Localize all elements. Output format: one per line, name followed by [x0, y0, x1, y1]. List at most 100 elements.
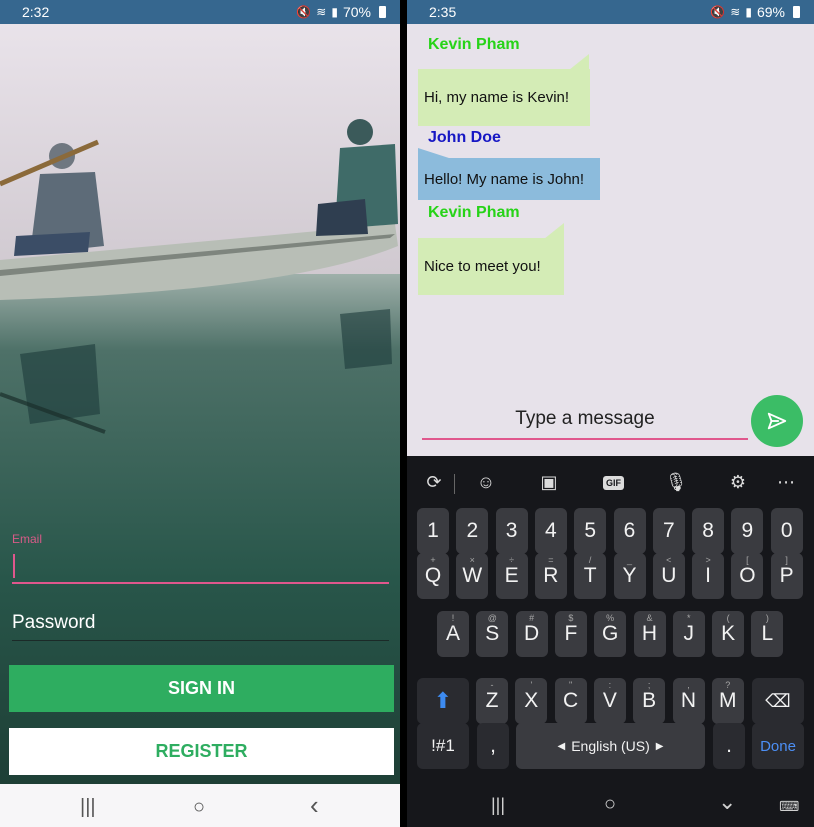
key-label: A	[445, 622, 460, 645]
backspace-key[interactable]: ⌫	[752, 678, 804, 724]
key-p[interactable]: ] P	[770, 553, 803, 599]
key-l[interactable]: ) L	[751, 611, 784, 657]
gif-icon[interactable]: GIF	[603, 476, 624, 490]
key-w[interactable]: × W	[456, 553, 489, 599]
key-hint: %	[606, 613, 615, 623]
key-a[interactable]: ! A	[437, 611, 469, 657]
hide-keyboard-icon[interactable]: ⌄	[718, 789, 736, 815]
key-i[interactable]: > I	[692, 553, 725, 599]
space-key[interactable]: ◀ English (US) ▶	[516, 723, 705, 769]
key-hint: >	[705, 555, 711, 565]
key-s[interactable]: @ S	[476, 611, 509, 657]
battery-icon	[793, 6, 800, 18]
settings-icon[interactable]: ⚙	[723, 472, 753, 493]
key-o[interactable]: [O	[731, 553, 764, 599]
key-9[interactable]: 9	[731, 508, 764, 554]
key-hint: ,	[687, 680, 690, 690]
more-icon[interactable]: ⋯	[771, 472, 801, 493]
signal-icon: ▮	[745, 5, 752, 19]
status-time: 2:35	[429, 4, 457, 20]
password-field[interactable]: Password	[12, 612, 389, 641]
key-r[interactable]: = R	[534, 553, 567, 599]
key-h[interactable]: & H	[633, 611, 666, 657]
emoji-icon[interactable]: ☺	[471, 472, 501, 493]
key-hint: $	[568, 613, 574, 623]
status-icons: 🔇 ≋ ▮ 70%	[296, 4, 386, 20]
key-4[interactable]: 4	[534, 508, 567, 554]
key-c[interactable]: " C	[554, 678, 587, 724]
comma-key[interactable]: ,	[477, 723, 509, 769]
key-f[interactable]: $ F	[554, 611, 587, 657]
key-6[interactable]: 6	[613, 508, 646, 554]
key-e[interactable]: ÷ E	[495, 553, 528, 599]
email-field[interactable]	[12, 551, 389, 584]
message-bubble: Hello! My name is John!	[418, 158, 600, 200]
key-label: Q	[424, 564, 442, 587]
done-key[interactable]: Done	[752, 723, 804, 769]
message-bubble: Nice to meet you!	[418, 238, 564, 295]
sign-in-button[interactable]: SIGN IN	[9, 665, 394, 712]
key-x[interactable]: ' X	[515, 678, 548, 724]
key-m[interactable]: ? M	[711, 678, 744, 724]
key-label: F	[564, 622, 578, 645]
key-g[interactable]: % G	[594, 611, 627, 657]
key-hint: ]	[785, 555, 788, 565]
key-label: R	[543, 564, 559, 587]
key-d[interactable]: # D	[515, 611, 548, 657]
key-label: U	[661, 564, 677, 587]
toolbar-divider	[454, 474, 455, 494]
key-y[interactable]: _ Y	[613, 553, 646, 599]
right-arrow-icon: ▶	[655, 740, 664, 752]
recents-icon[interactable]: |||	[491, 795, 505, 816]
space-label: English (US)	[571, 738, 650, 754]
key-5[interactable]: 5	[574, 508, 607, 554]
key-hint: =	[548, 555, 554, 565]
key-hint: -	[490, 680, 494, 690]
recents-icon[interactable]: |||	[80, 796, 96, 819]
wifi-icon: ≋	[316, 5, 327, 19]
navigation-bar: ||| ○ ‹	[0, 784, 400, 827]
bubble-tail	[544, 223, 564, 239]
key-hint: "	[568, 680, 573, 690]
key-1[interactable]: 1	[417, 508, 449, 554]
key-b[interactable]: ; B	[633, 678, 666, 724]
key-v[interactable]: :V	[593, 678, 626, 724]
period-key[interactable]: .	[713, 723, 745, 769]
key-j[interactable]: * J	[672, 611, 705, 657]
key-label: L	[761, 622, 774, 645]
status-time: 2:32	[22, 4, 50, 20]
symbols-key[interactable]: !#1	[417, 723, 469, 769]
key-label: P	[779, 564, 794, 587]
sticker-icon[interactable]: ▣	[534, 472, 564, 493]
mute-icon: 🔇	[296, 5, 312, 19]
key-hint: ?	[725, 680, 731, 690]
key-z[interactable]: -Z	[476, 678, 508, 724]
key-0[interactable]: 0	[770, 508, 803, 554]
message-input[interactable]: Type a message	[422, 402, 748, 440]
status-bar: 2:35 🔇 ≋ ▮ 69%	[407, 0, 814, 24]
key-hint: )	[765, 613, 769, 623]
send-button[interactable]	[751, 395, 803, 447]
back-icon[interactable]: ‹	[310, 790, 319, 821]
key-q[interactable]: + Q	[417, 553, 449, 599]
key-7[interactable]: 7	[652, 508, 685, 554]
home-icon[interactable]: ○	[193, 796, 205, 819]
translate-icon[interactable]: ⟳	[419, 472, 449, 493]
key-hint: ×	[469, 555, 475, 565]
key-n[interactable]: ,N	[672, 678, 705, 724]
key-hint: !	[451, 613, 455, 623]
home-icon[interactable]: ○	[604, 793, 616, 816]
microphone-icon[interactable]: 🎙	[661, 472, 691, 493]
key-2[interactable]: 2	[456, 508, 489, 554]
key-hint: *	[687, 613, 691, 623]
key-u[interactable]: < U	[652, 553, 685, 599]
shift-key[interactable]: ⬆	[417, 678, 469, 724]
key-k[interactable]: (K	[712, 611, 745, 657]
register-button[interactable]: REGISTER	[9, 728, 394, 775]
key-hint: :	[608, 680, 612, 690]
key-3[interactable]: 3	[495, 508, 528, 554]
key-t[interactable]: / T	[574, 553, 607, 599]
keyboard-switch-icon[interactable]: ⌨	[779, 798, 799, 815]
bubble-tail	[569, 54, 589, 70]
key-8[interactable]: 8	[692, 508, 725, 554]
